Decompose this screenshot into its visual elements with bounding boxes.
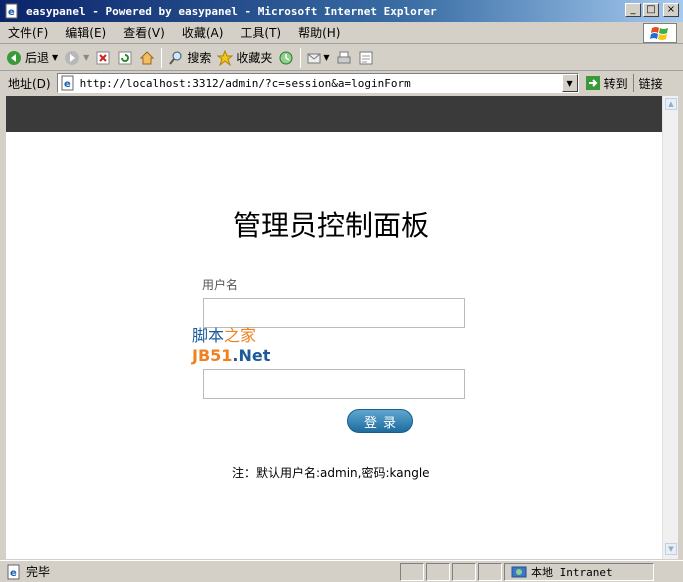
favorites-label: 收藏夹 bbox=[236, 51, 273, 65]
links-separator bbox=[632, 74, 634, 92]
status-cell bbox=[400, 562, 424, 581]
print-icon[interactable] bbox=[336, 50, 352, 66]
forward-button[interactable]: ▼ bbox=[64, 50, 89, 66]
star-icon bbox=[216, 49, 234, 66]
windows-logo-icon bbox=[643, 23, 677, 43]
watermark-text: JB51 bbox=[192, 346, 233, 365]
security-zone: 本地 Intranet bbox=[504, 562, 654, 581]
toolbar-separator bbox=[300, 47, 302, 68]
menu-favorites[interactable]: 收藏(A) bbox=[182, 24, 224, 41]
search-label: 搜索 bbox=[187, 51, 212, 65]
search-icon bbox=[168, 50, 184, 66]
address-dropdown-icon[interactable]: ▼ bbox=[561, 74, 578, 92]
go-label: 转到 bbox=[603, 76, 628, 91]
watermark-text: .Net bbox=[232, 346, 271, 365]
page-title: 管理员控制面板 bbox=[233, 209, 430, 242]
watermark-text: 之家 bbox=[224, 326, 257, 345]
menu-help[interactable]: 帮助(H) bbox=[298, 24, 340, 41]
forward-dropdown-icon[interactable]: ▼ bbox=[83, 53, 89, 62]
ie-page-icon: e bbox=[6, 564, 22, 580]
username-input[interactable] bbox=[203, 298, 465, 328]
status-cell bbox=[478, 562, 502, 581]
back-dropdown-icon[interactable]: ▼ bbox=[52, 53, 58, 62]
toolbar-separator bbox=[161, 47, 163, 68]
vertical-scrollbar[interactable]: ▲ ▼ bbox=[662, 96, 678, 559]
mail-icon[interactable] bbox=[307, 50, 323, 66]
watermark: 脚本之家 JB51.Net bbox=[192, 326, 270, 366]
scroll-up-icon[interactable]: ▲ bbox=[665, 98, 677, 110]
forward-arrow-icon bbox=[64, 50, 80, 66]
menu-file[interactable]: 文件(F) bbox=[8, 24, 48, 41]
maximize-button[interactable]: □ bbox=[643, 3, 659, 17]
home-icon[interactable] bbox=[139, 50, 155, 66]
default-credentials-note: 注：默认用户名:admin,密码:kangle bbox=[232, 466, 430, 480]
back-label: 后退 bbox=[25, 51, 50, 65]
scroll-down-icon[interactable]: ▼ bbox=[665, 543, 677, 555]
password-input[interactable] bbox=[203, 369, 465, 399]
back-arrow-icon bbox=[6, 50, 22, 66]
links-button[interactable]: 链接 bbox=[639, 75, 663, 92]
status-bar: e 完毕 本地 Intranet bbox=[0, 560, 683, 582]
watermark-text: 脚本 bbox=[192, 326, 225, 345]
status-cell bbox=[452, 562, 476, 581]
refresh-icon[interactable] bbox=[117, 50, 133, 66]
svg-text:e: e bbox=[64, 79, 71, 90]
menu-bar: 文件(F) 编辑(E) 查看(V) 收藏(A) 工具(T) 帮助(H) bbox=[0, 22, 683, 44]
svg-text:e: e bbox=[8, 7, 15, 18]
username-label: 用户名 bbox=[202, 278, 239, 292]
search-button[interactable]: 搜索 bbox=[168, 49, 211, 66]
back-button[interactable]: 后退 ▼ bbox=[6, 49, 58, 66]
svg-text:e: e bbox=[10, 568, 17, 579]
status-cell bbox=[426, 562, 450, 581]
title-bar: e easypanel - Powered by easypanel - Mic… bbox=[0, 0, 683, 22]
login-button[interactable]: 登录 bbox=[347, 409, 413, 433]
mail-dropdown-icon[interactable]: ▼ bbox=[323, 53, 329, 62]
close-button[interactable]: × bbox=[663, 3, 679, 17]
toolbar: 后退 ▼ ▼ 搜索 收藏夹 ▼ bbox=[0, 45, 683, 71]
window-controls: _ □ × bbox=[625, 3, 679, 17]
ie-page-icon: e bbox=[60, 75, 76, 91]
stop-icon[interactable] bbox=[95, 50, 111, 66]
menu-edit[interactable]: 编辑(E) bbox=[65, 24, 106, 41]
favorites-button[interactable]: 收藏夹 bbox=[216, 49, 273, 66]
status-text: 完毕 bbox=[26, 565, 51, 579]
page-viewport: 管理员控制面板 用户名 脚本之家 JB51.Net 登录 注：默认用户名:adm… bbox=[6, 96, 662, 559]
address-url: http://localhost:3312/admin/?c=session&a… bbox=[79, 76, 411, 90]
ie-page-icon: e bbox=[4, 3, 20, 19]
go-button[interactable]: 转到 bbox=[585, 75, 628, 92]
zone-label: 本地 Intranet bbox=[531, 565, 613, 579]
history-icon[interactable] bbox=[278, 50, 294, 66]
globe-icon bbox=[511, 564, 527, 580]
status-main: e 完毕 bbox=[0, 563, 400, 580]
menu-tools[interactable]: 工具(T) bbox=[240, 24, 281, 41]
go-arrow-icon bbox=[585, 75, 601, 91]
address-input[interactable]: e http://localhost:3312/admin/?c=session… bbox=[56, 73, 579, 93]
address-bar: 地址(D) e http://localhost:3312/admin/?c=s… bbox=[0, 71, 683, 95]
header-banner bbox=[6, 96, 662, 132]
edit-icon[interactable] bbox=[358, 50, 374, 66]
window-title: easypanel - Powered by easypanel - Micro… bbox=[26, 4, 437, 18]
menu-view[interactable]: 查看(V) bbox=[123, 24, 165, 41]
minimize-button[interactable]: _ bbox=[625, 3, 641, 17]
address-label: 地址(D) bbox=[8, 76, 51, 91]
